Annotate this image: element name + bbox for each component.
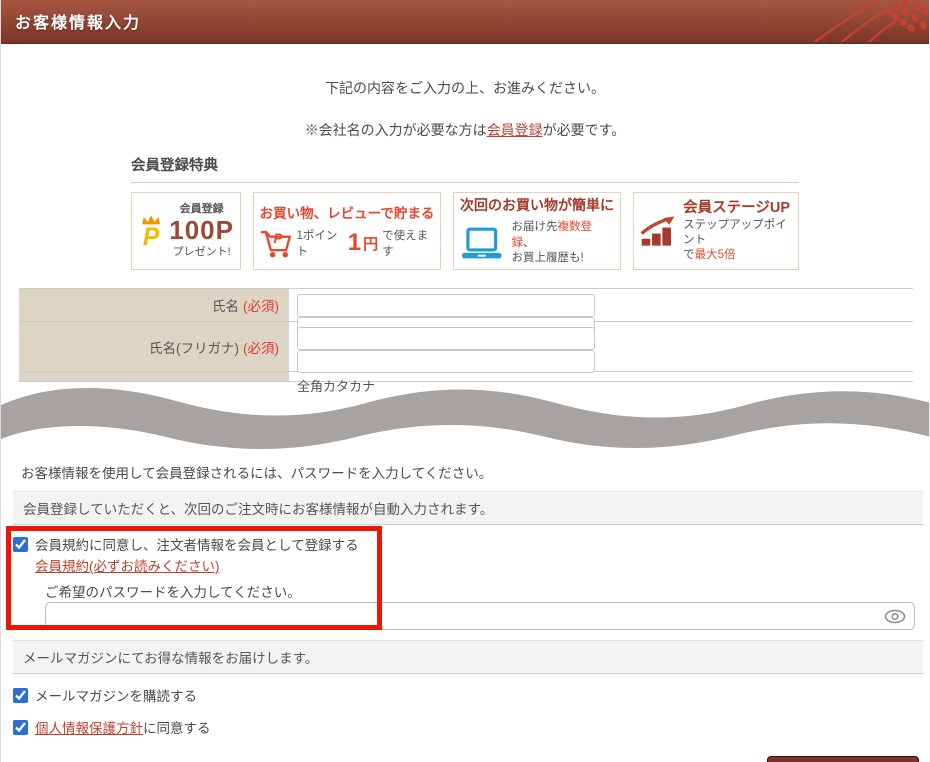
last-name-input[interactable] [297,294,595,317]
benefit2-post: で使えます [382,230,429,258]
password-visibility-toggle[interactable] [884,609,906,624]
laptop-icon [461,227,502,258]
customer-form-table: 氏名 (必須) 氏名(フリガナ) (必須) 全角カタカナ [19,288,913,394]
member-info-bar: 会員登録していただくと、次回のご注文時にお客様情報が自動入力されます。 [13,491,923,525]
benefits-heading: 会員登録特典 [131,154,799,183]
benefit1-points: 100P [169,215,234,246]
svg-text:P: P [143,224,160,251]
mailmag-subscribe-checkbox[interactable] [13,687,28,703]
benefit1-sub: プレゼント! [172,245,231,258]
benefit2-pre: 1ポイント [296,230,338,258]
page-title: お客様情報入力 [15,15,142,32]
terms-agree-label: 会員規約に同意し、注文者情報を会員として登録する [35,538,359,553]
table-row-name: 氏名 (必須) [19,289,913,340]
benefit-card-100p: P 会員登録 100P プレゼント! [131,192,241,270]
benefit4-title: 会員ステージUP [683,200,790,217]
mailmag-subscribe-label: メールマガジンを購読する [35,689,197,704]
cart-icon: P [260,231,291,258]
stage-up-icon [640,216,675,246]
password-prompt: ご希望のパスワードを入力してください。 [45,585,301,600]
member-register-link[interactable]: 会員登録 [487,122,543,138]
kana-label: 氏名(フリガナ) (必須) [19,322,289,371]
register-and-next-button[interactable]: 会員登録して次へ [767,756,919,762]
benefit-card-points: お買い物、レビューで貯まる P 1ポイント 1 円で使えます [253,192,441,270]
benefit2-title: お買い物、レビューで貯まる [259,206,435,221]
benefit-card-easy-order: 次回のお買い物が簡単に お届け先複数登録、 お買上履歴も! [453,192,621,270]
benefits-section: 会員登録特典 P 会員登録 100P プレゼント! お買い物、レビューで貯まる [131,154,799,270]
point-coin-icon: P [142,215,161,251]
password-intro-text: お客様情報を使用して会員登録されるには、パスワードを入力してください。 [21,466,493,481]
privacy-policy-link[interactable]: 個人情報保護方針 [35,721,143,736]
last-name-kana-input[interactable] [297,327,595,350]
intro-text: 下記の内容をご入力の上、お進みください。 [325,80,605,96]
screenshot-tear-wave [1,375,929,453]
privacy-agree-label: 個人情報保護方針に同意する [35,721,211,736]
member-agree-section: 会員規約に同意し、注文者情報を会員として登録する 会員規約(必ずお読みください)… [6,526,929,630]
required-badge: (必須) [243,299,279,314]
benefit3-title: 次回のお買い物が簡単に [460,197,614,214]
password-input[interactable] [45,602,915,630]
mailmag-info-bar: メールマガジンにてお得な情報をお届けします。 [13,640,923,674]
company-note: ※会社名の入力が必要な方は会員登録が必要です。 [304,122,626,138]
benefit2-yen: 円 [363,235,379,253]
privacy-agree-checkbox[interactable] [13,719,28,735]
page-header: お客様情報入力 [1,0,929,44]
benefit2-big: 1 [347,229,362,256]
table-row-kana: 氏名(フリガナ) (必須) 全角カタカナ [19,322,913,394]
name-label: 氏名 (必須) [19,289,289,321]
svg-text:P: P [274,231,284,246]
rice-plant-icon [812,0,929,42]
eye-icon [884,609,906,624]
required-badge: (必須) [243,340,279,356]
first-name-kana-input[interactable] [297,350,595,373]
customer-info-page: お客様情報入力 下記の内容をご入力の上、お進みください。 ※会社名の入力が必要な… [0,0,930,762]
terms-agree-checkbox[interactable] [13,536,28,552]
benefit-card-stage-up: 会員ステージUP ステップアップポイント で最大5倍 [633,192,799,270]
terms-link[interactable]: 会員規約(必ずお読みください) [35,559,220,574]
